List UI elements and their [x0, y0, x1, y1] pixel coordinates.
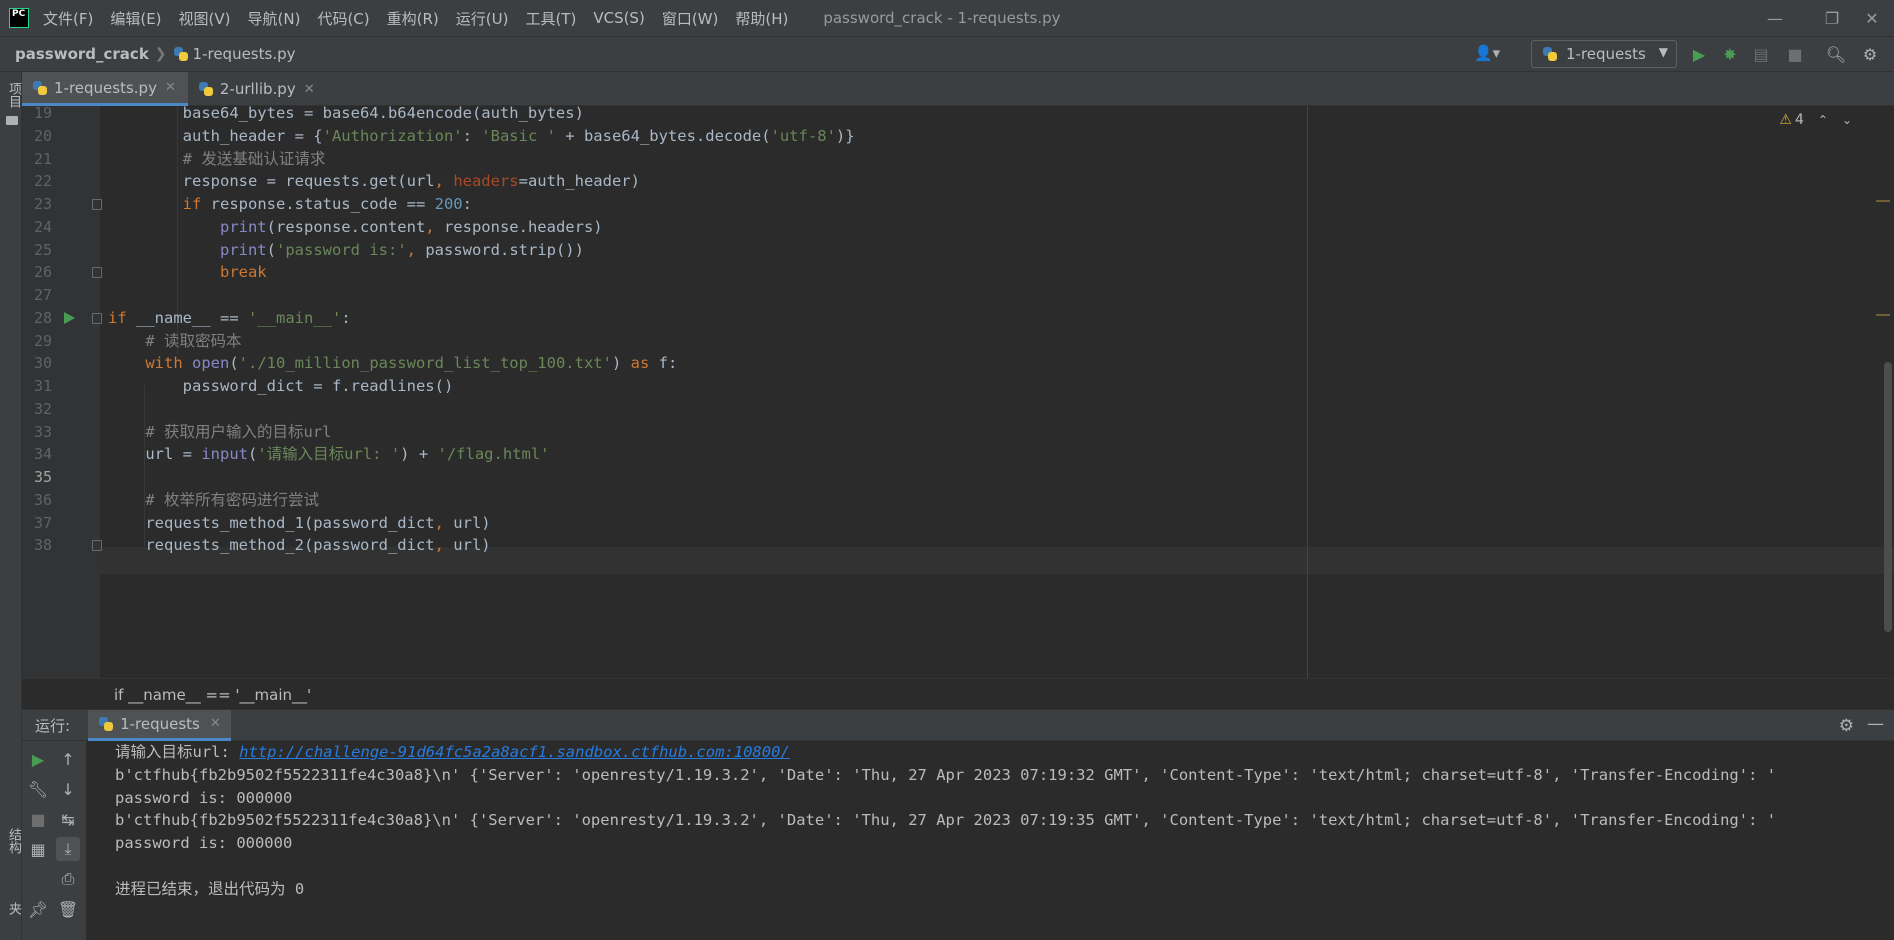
run-icon[interactable]: ▶	[1689, 44, 1709, 64]
warning-marker[interactable]	[1876, 314, 1890, 316]
menu-help[interactable]: 帮助(H)	[735, 8, 788, 29]
python-file-icon	[173, 46, 189, 62]
user-icon[interactable]: 👤▾	[1474, 44, 1506, 64]
run-tool-window-header: 运行: 1-requests ✕ ⚙ —	[22, 709, 1894, 741]
editor-scrollbar[interactable]	[1884, 362, 1892, 632]
fold-icon[interactable]	[92, 312, 102, 324]
fold-icon[interactable]	[92, 540, 102, 552]
minimize-window-icon[interactable]: —	[1747, 0, 1803, 36]
menu-edit[interactable]: 编辑(E)	[110, 8, 161, 29]
console-url-link[interactable]: http://challenge-91d64fc5a2a8acf1.sandbo…	[239, 743, 790, 761]
python-file-icon	[32, 80, 48, 96]
console-exit-line: 进程已结束，退出代码为 0	[115, 880, 305, 898]
gear-icon[interactable]: ⚙	[1839, 716, 1854, 736]
console-line: b'ctfhub{fb2b9502f5522311fe4c30a8}\n' {'…	[115, 811, 1777, 829]
tab-label: 1-requests.py	[54, 78, 157, 97]
chevron-right-icon: ❯	[154, 46, 167, 62]
editor-tab-bar: 1-requests.py ✕ 2-urllib.py ✕	[22, 72, 1894, 106]
debug-icon[interactable]: ✸	[1720, 44, 1740, 64]
fold-icon[interactable]	[92, 199, 102, 210]
python-file-icon	[98, 716, 114, 732]
gear-icon[interactable]: ⚙	[1860, 44, 1880, 64]
code-text: requests_method_2(password_dict, url)	[108, 536, 491, 555]
menu-file[interactable]: 文件(F)	[43, 8, 93, 29]
left-tool-stripe: 项目 结构 收藏夹	[0, 72, 40, 940]
title-bar: PC 文件(F) 编辑(E) 视图(V) 导航(N) 代码(C) 重构(R) 运…	[0, 0, 1894, 36]
menu-window[interactable]: 窗口(W)	[662, 8, 719, 29]
menu-run[interactable]: 运行(U)	[456, 8, 509, 29]
close-icon[interactable]: ✕	[304, 82, 315, 97]
run-tool-title: 运行:	[35, 716, 71, 735]
rerun-icon[interactable]: ▶	[26, 747, 50, 771]
line-number: 38	[33, 536, 52, 555]
breadcrumb-project[interactable]: password_crack	[15, 45, 149, 63]
close-icon[interactable]: ✕	[210, 716, 221, 731]
chevron-down-icon[interactable]: ⌄	[1842, 113, 1852, 127]
warning-icon: ⚠	[1779, 111, 1792, 128]
menu-code[interactable]: 代码(C)	[317, 8, 369, 29]
close-window-icon[interactable]: ✕	[1850, 0, 1894, 36]
soft-wrap-icon[interactable]: ↹	[56, 807, 80, 831]
layout-icon[interactable]: ▦	[26, 837, 50, 861]
code-breadcrumb-bar: if __name__ == '__main__'	[22, 678, 1894, 709]
menu-vcs[interactable]: VCS(S)	[593, 9, 644, 27]
pycharm-logo-icon: PC	[9, 8, 29, 28]
editor-tab-2-urllib[interactable]: 2-urllib.py ✕	[188, 72, 327, 106]
stop-icon[interactable]: ■	[1785, 44, 1805, 64]
code-breadcrumb[interactable]: if __name__ == '__main__'	[114, 686, 311, 704]
stop-icon[interactable]: ■	[26, 807, 50, 831]
menu-refactor[interactable]: 重构(R)	[387, 8, 439, 29]
menu-tools[interactable]: 工具(T)	[525, 8, 576, 29]
pin-icon[interactable]: 📌︎	[26, 897, 50, 921]
warning-marker[interactable]	[1876, 200, 1890, 202]
run-toolbar: ▶ ↑ 🔧︎ ↓ ■ ↹ ⤓ ▦ ⎙ 📌︎ 🗑︎	[22, 741, 86, 940]
wrench-icon[interactable]: 🔧︎	[26, 777, 50, 801]
print-icon[interactable]: ⎙	[56, 867, 80, 891]
folder-icon	[6, 116, 18, 125]
close-icon[interactable]: ✕	[165, 80, 176, 95]
menu-view[interactable]: 视图(V)	[179, 8, 231, 29]
code-editor[interactable]: 19 base64_bytes = base64.b64encode(auth_…	[22, 106, 1894, 678]
menu-navigate[interactable]: 导航(N)	[248, 8, 301, 29]
scroll-to-end-icon[interactable]: ⤓	[56, 837, 80, 861]
run-gutter-icon[interactable]	[64, 311, 75, 324]
trash-icon[interactable]: 🗑︎	[56, 897, 80, 921]
python-file-icon	[1542, 46, 1558, 62]
python-file-icon	[198, 81, 214, 97]
code-line[interactable]: 38 requests_method_2(password_dict, url)	[22, 532, 1894, 559]
fold-icon[interactable]	[92, 267, 102, 279]
run-tab-label: 1-requests	[120, 714, 200, 733]
editor-tab-1-requests[interactable]: 1-requests.py ✕	[22, 72, 188, 106]
run-configuration-select[interactable]: 1-requests ▼	[1531, 40, 1677, 68]
arrow-up-icon[interactable]: ↑	[56, 747, 80, 771]
search-icon[interactable]: 🔍︎	[1826, 44, 1846, 64]
tab-label: 2-urllib.py	[219, 80, 296, 98]
run-console[interactable]: 请输入目标url: http://challenge-91d64fc5a2a8a…	[86, 741, 1894, 940]
inspection-widget[interactable]: ⚠ 4 ⌃ ⌄	[1779, 106, 1852, 133]
structure-tool-tab[interactable]: 结构	[4, 828, 23, 854]
run-tab-1-requests[interactable]: 1-requests ✕	[88, 709, 231, 741]
warning-count: 4	[1794, 111, 1804, 128]
breadcrumb-file[interactable]: 1-requests.py	[193, 45, 296, 63]
arrow-down-icon[interactable]: ↓	[56, 777, 80, 801]
chevron-down-icon: ▼	[1658, 45, 1668, 59]
console-line: b'ctfhub{fb2b9502f5522311fe4c30a8}\n' {'…	[115, 766, 1777, 784]
chevron-up-icon[interactable]: ⌃	[1818, 113, 1828, 127]
minimize-icon[interactable]: —	[1867, 714, 1884, 734]
window-title: password_crack - 1-requests.py	[823, 9, 1061, 27]
coverage-icon[interactable]: ▤	[1751, 44, 1771, 64]
console-prompt: 请输入目标url:	[115, 743, 240, 761]
project-tool-tab[interactable]: 项目	[4, 82, 23, 108]
run-configuration-label: 1-requests	[1566, 45, 1646, 63]
console-line: password is: 000000	[115, 834, 293, 852]
